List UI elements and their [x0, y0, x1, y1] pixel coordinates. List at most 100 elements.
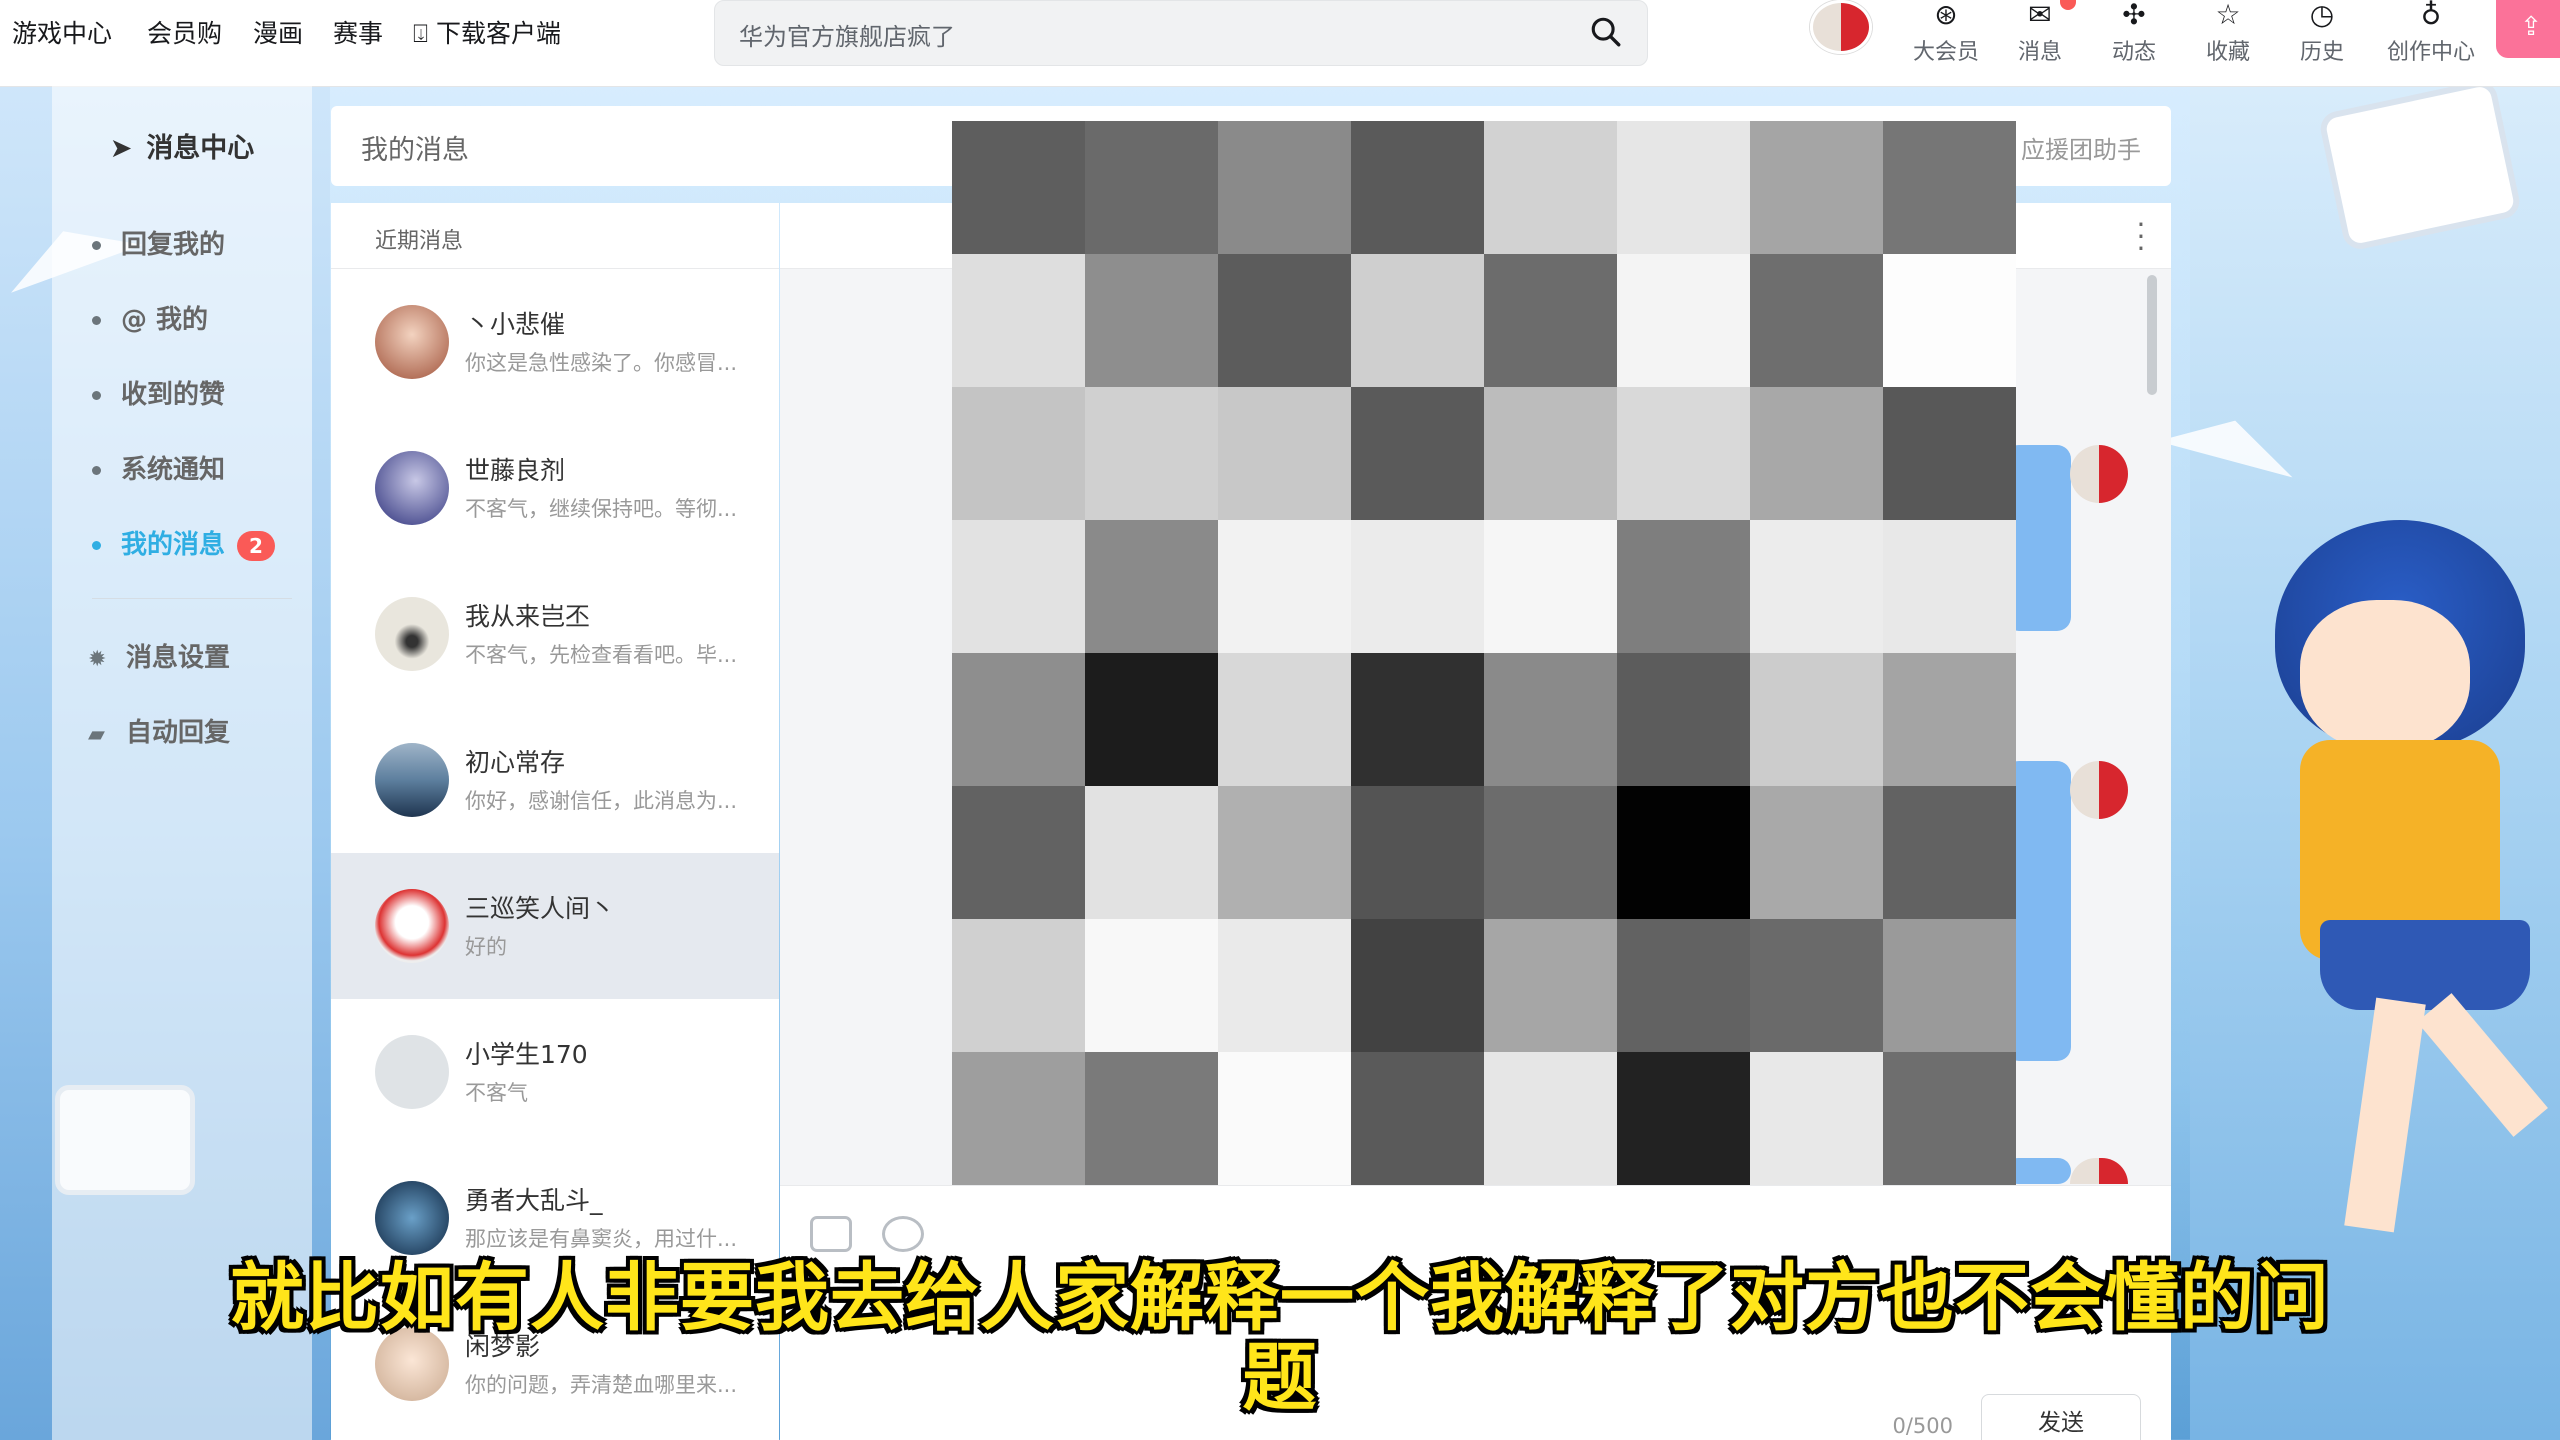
conversation-item[interactable]: 丶小悲催 你这是急性感染了。你感冒... — [331, 269, 779, 415]
mosaic-tile — [952, 520, 1085, 653]
avatar — [2070, 445, 2128, 503]
mosaic-tile — [1351, 520, 1484, 653]
message-center-sidebar — [52, 86, 312, 1440]
mosaic-tile — [1617, 919, 1750, 1052]
mosaic-tile — [1750, 387, 1883, 520]
mosaic-tile — [1085, 387, 1218, 520]
mosaic-tile — [1750, 786, 1883, 919]
mosaic-tile — [1351, 254, 1484, 387]
upload-button[interactable]: ⇪ — [2496, 0, 2560, 58]
mosaic-tile — [1085, 919, 1218, 1052]
search-box[interactable]: 华为官方旗舰店疯了 — [714, 0, 1648, 66]
mosaic-tile — [1617, 254, 1750, 387]
search-input[interactable]: 华为官方旗舰店疯了 — [739, 17, 955, 52]
mosaic-tile — [1484, 919, 1617, 1052]
chat-scrollbar[interactable] — [2147, 275, 2157, 395]
history-nav-item[interactable]: ◷ 历史 — [2282, 0, 2362, 86]
mosaic-tile — [952, 1052, 1085, 1185]
upload-icon: ⇪ — [2520, 12, 2542, 42]
mosaic-tile — [1617, 786, 1750, 919]
avatar — [375, 597, 449, 671]
mosaic-tile — [1484, 520, 1617, 653]
mosaic-tile — [1351, 387, 1484, 520]
nav-link-member-shop[interactable]: 会员购 — [147, 14, 222, 50]
mosaic-tile — [1883, 121, 2016, 254]
avatar — [375, 305, 449, 379]
star-icon: ☆ — [2215, 0, 2241, 31]
search-icon[interactable] — [1589, 15, 1623, 49]
mosaic-tile — [1750, 254, 1883, 387]
sidebar-item-likes[interactable]: 收到的赞 — [92, 374, 225, 411]
sidebar-item-replies[interactable]: 回复我的 — [92, 224, 225, 261]
sidebar-title: ➤ 消息中心 — [109, 133, 255, 164]
conversation-item[interactable]: 世藤良剂 不客气，继续保持吧。等彻... — [331, 415, 779, 561]
mosaic-tile — [1750, 919, 1883, 1052]
favorites-nav-item[interactable]: ☆ 收藏 — [2188, 0, 2268, 86]
mosaic-tile — [1617, 387, 1750, 520]
mosaic-tile — [1484, 121, 1617, 254]
mosaic-tile — [1085, 254, 1218, 387]
mosaic-tile — [1484, 786, 1617, 919]
mosaic-tile — [1617, 1052, 1750, 1185]
mosaic-tile — [1750, 121, 1883, 254]
mosaic-tile — [1218, 387, 1351, 520]
gear-icon: ✹ — [88, 647, 107, 672]
page-title: 我的消息 — [361, 135, 469, 166]
mosaic-tile — [1351, 786, 1484, 919]
nav-link-game-center[interactable]: 游戏中心 — [12, 14, 112, 50]
mosaic-tile — [1085, 520, 1218, 653]
nav-link-esports[interactable]: 赛事 — [333, 14, 383, 50]
avatar — [375, 743, 449, 817]
creator-center-nav-item[interactable]: ♁ 创作中心 — [2376, 0, 2486, 86]
conversation-item[interactable]: 我从来岂丕 不客气，先检查看看吧。毕... — [331, 561, 779, 707]
mosaic-tile — [1351, 121, 1484, 254]
mosaic-tile — [1218, 254, 1351, 387]
mosaic-tile — [952, 254, 1085, 387]
top-navigation-bar: 游戏中心 会员购 漫画 赛事 ⍗ 下载客户端 华为官方旗舰店疯了 ⊛ 大会员 ✉ 消息… — [0, 0, 2560, 86]
mosaic-tile — [1484, 387, 1617, 520]
mosaic-tile — [1883, 254, 2016, 387]
mosaic-tile — [1484, 254, 1617, 387]
mosaic-tile — [952, 121, 1085, 254]
chat-bubble-icon: ▰ — [88, 722, 105, 747]
fan-club-assistant-link[interactable]: 应援团助手 — [2021, 130, 2141, 165]
conversation-item[interactable]: 初心常存 你好，感谢信任，此消息为... — [331, 707, 779, 853]
message-nav-item[interactable]: ✉ 消息 — [2000, 0, 2080, 86]
avatar — [375, 451, 449, 525]
sidebar-item-my-messages[interactable]: 我的消息 2 — [92, 524, 275, 561]
mosaic-tile — [1085, 786, 1218, 919]
mosaic-tile — [1883, 520, 2016, 653]
more-options-icon[interactable]: · · · — [2131, 211, 2151, 263]
sidebar-item-mentions[interactable]: @ 我的 — [92, 299, 208, 336]
mosaic-tile — [1883, 653, 2016, 786]
sidebar-divider — [92, 598, 292, 599]
nav-link-comics[interactable]: 漫画 — [253, 14, 303, 50]
mosaic-tile — [1883, 786, 2016, 919]
sidebar-item-system-notices[interactable]: 系统通知 — [92, 449, 225, 486]
mosaic-tile — [1750, 1052, 1883, 1185]
character-face-decoration — [2300, 600, 2470, 750]
conversation-item[interactable]: 小学生170 不客气 — [331, 999, 779, 1145]
conversation-list-header: 近期消息 — [331, 203, 779, 269]
sidebar-item-auto-reply[interactable]: ▰ 自动回复 — [88, 712, 230, 749]
mosaic-tile — [1218, 786, 1351, 919]
user-avatar[interactable] — [1810, 0, 1872, 54]
mosaic-tile — [1218, 121, 1351, 254]
message-icon: ✉ — [2028, 0, 2052, 31]
conversation-item-selected[interactable]: 三巡笑人间丶 好的 — [331, 853, 779, 999]
mosaic-tile — [1750, 653, 1883, 786]
dynamic-nav-item[interactable]: ✣ 动态 — [2094, 0, 2174, 86]
mosaic-tile — [1883, 387, 2016, 520]
mosaic-tile — [1218, 653, 1351, 786]
sidebar-item-message-settings[interactable]: ✹ 消息设置 — [88, 637, 230, 674]
mosaic-tile — [1617, 653, 1750, 786]
bulb-icon: ♁ — [2420, 0, 2442, 31]
mosaic-tile — [952, 387, 1085, 520]
privacy-mosaic-overlay — [952, 121, 2016, 1185]
mosaic-tile — [952, 786, 1085, 919]
mosaic-tile — [1883, 1052, 2016, 1185]
download-client-label: 下载客户端 — [436, 19, 562, 48]
vip-nav-item[interactable]: ⊛ 大会员 — [1906, 0, 1986, 86]
nav-link-download-client[interactable]: ⍗ 下载客户端 — [413, 14, 561, 50]
mosaic-tile — [1883, 919, 2016, 1052]
